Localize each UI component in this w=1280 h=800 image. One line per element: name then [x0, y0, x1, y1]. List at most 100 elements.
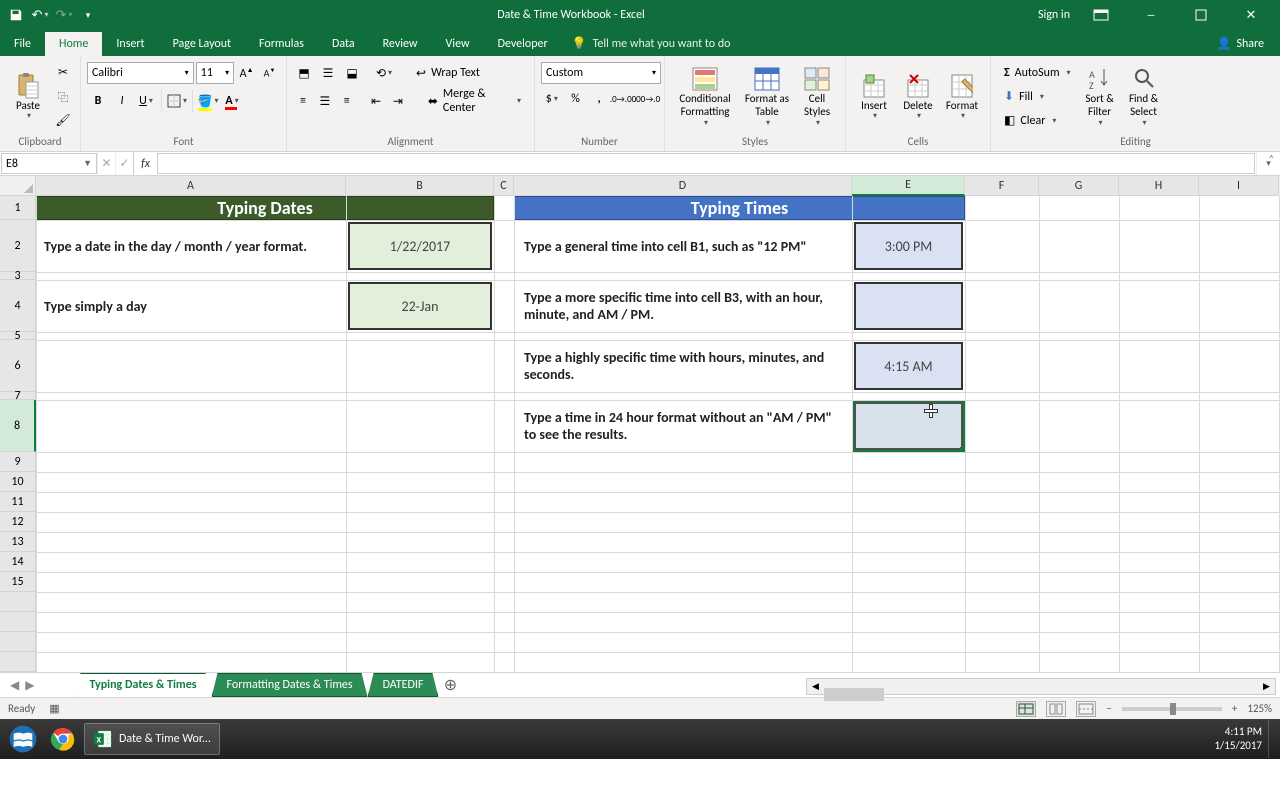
undo-icon[interactable]: ↶▾	[32, 7, 48, 23]
cell-times-header[interactable]: Typing Times	[514, 196, 965, 220]
align-right-button[interactable]: ≡	[337, 90, 357, 112]
sheet-nav-prev-icon[interactable]: ◀	[10, 678, 19, 693]
copy-button[interactable]: ⿻	[52, 86, 74, 108]
orientation-button[interactable]: ⟲▾	[373, 62, 395, 84]
redo-icon[interactable]: ↷▾	[56, 7, 72, 23]
row-header-9[interactable]: 9	[0, 452, 36, 472]
maximize-icon[interactable]	[1182, 5, 1220, 25]
insert-function-button[interactable]: fx	[133, 152, 157, 175]
tab-page-layout[interactable]: Page Layout	[159, 32, 245, 56]
increase-decimal-button[interactable]: .0→.00	[612, 88, 634, 110]
tab-data[interactable]: Data	[318, 32, 369, 56]
system-tray[interactable]: 4:11 PM 1/15/2017	[1214, 725, 1268, 754]
tab-view[interactable]: View	[432, 32, 484, 56]
align-top-button[interactable]: ⬒	[293, 62, 315, 84]
col-header-d[interactable]: D	[514, 176, 852, 196]
increase-font-button[interactable]: A▲	[236, 62, 257, 84]
scroll-thumb[interactable]	[824, 688, 884, 701]
tab-formulas[interactable]: Formulas	[245, 32, 318, 56]
row-header-6[interactable]: 6	[0, 340, 36, 392]
tab-home[interactable]: Home	[45, 32, 102, 56]
cell-e2[interactable]: 3:00 PM	[854, 222, 963, 270]
sheet-nav-next-icon[interactable]: ▶	[25, 678, 34, 693]
formula-input[interactable]	[157, 153, 1255, 174]
zoom-out-button[interactable]: −	[1106, 702, 1111, 715]
delete-cells-button[interactable]: Delete▾	[896, 68, 940, 126]
save-icon[interactable]	[8, 7, 24, 23]
row-header-8[interactable]: 8	[0, 400, 36, 452]
page-break-view-button[interactable]	[1076, 701, 1096, 717]
font-color-button[interactable]: A▾	[221, 90, 243, 112]
row-header-3[interactable]: 3	[0, 272, 36, 280]
cell-styles-button[interactable]: Cell Styles▾	[795, 61, 839, 131]
autosum-button[interactable]: ΣAutoSum▾	[997, 62, 1078, 84]
share-button[interactable]: 👤 Share	[1206, 32, 1274, 55]
col-header-e[interactable]: E	[852, 176, 965, 196]
close-icon[interactable]: ✕	[1232, 5, 1270, 25]
tab-review[interactable]: Review	[369, 32, 432, 56]
merge-center-button[interactable]: ⬌Merge & Center▾	[421, 90, 528, 112]
tab-file[interactable]: File	[0, 32, 45, 56]
row-header-13[interactable]: 13	[0, 532, 36, 552]
show-desktop-button[interactable]	[1268, 720, 1276, 758]
ribbon-display-icon[interactable]	[1082, 5, 1120, 25]
cell-d2[interactable]: Type a general time into cell B1, such a…	[514, 220, 852, 272]
col-header-i[interactable]: I	[1199, 176, 1279, 196]
format-as-table-button[interactable]: Format as Table▾	[739, 61, 795, 131]
scroll-right-icon[interactable]: ▶	[1258, 679, 1275, 694]
underline-button[interactable]: U▾	[135, 90, 157, 112]
enter-formula-button[interactable]: ✓	[115, 152, 133, 175]
font-name-combo[interactable]: Calibri▾	[87, 62, 194, 84]
zoom-slider[interactable]	[1122, 707, 1222, 711]
start-button[interactable]	[4, 720, 42, 758]
col-header-f[interactable]: F	[965, 176, 1039, 196]
col-header-g[interactable]: G	[1039, 176, 1119, 196]
format-cells-button[interactable]: Format▾	[940, 68, 984, 126]
row-header-12[interactable]: 12	[0, 512, 36, 532]
cell-b2[interactable]: 1/22/2017	[348, 222, 492, 270]
align-middle-button[interactable]: ☰	[317, 62, 339, 84]
bold-button[interactable]: B	[87, 90, 109, 112]
wrap-text-button[interactable]: ↩Wrap Text	[409, 62, 487, 84]
font-size-combo[interactable]: 11▾	[196, 62, 234, 84]
fill-button[interactable]: ⬇Fill▾	[997, 86, 1078, 108]
col-header-c[interactable]: C	[494, 176, 514, 196]
conditional-formatting-button[interactable]: Conditional Formatting▾	[671, 61, 739, 131]
row-header-7[interactable]: 7	[0, 392, 36, 400]
cell-e6[interactable]: 4:15 AM	[854, 342, 963, 390]
macro-record-icon[interactable]: ▦	[49, 702, 59, 715]
sheet-tab-1[interactable]: Typing Dates & Times	[74, 673, 211, 697]
tab-insert[interactable]: Insert	[102, 32, 158, 56]
cell-d8[interactable]: Type a time in 24 hour format without an…	[514, 400, 852, 452]
borders-button[interactable]: ▾	[166, 90, 188, 112]
cell-b4[interactable]: 22-Jan	[348, 282, 492, 330]
cell-d6[interactable]: Type a highly specific time with hours, …	[514, 340, 852, 392]
qat-customize-icon[interactable]: ▾	[80, 7, 96, 23]
cell-e4[interactable]	[854, 282, 963, 330]
name-box[interactable]: E8▼	[1, 153, 97, 174]
sheet-tab-3[interactable]: DATEDIF	[368, 673, 439, 697]
fill-color-button[interactable]: 🪣▾	[197, 90, 219, 112]
cell-e8[interactable]	[854, 402, 963, 450]
find-select-button[interactable]: Find & Select▾	[1122, 61, 1166, 131]
col-header-h[interactable]: H	[1119, 176, 1199, 196]
cell-a4[interactable]: Type simply a day	[36, 280, 346, 332]
zoom-level[interactable]: 125%	[1247, 702, 1272, 715]
cells-area[interactable]: Typing Dates Typing Times Type a date in…	[36, 196, 1280, 672]
page-layout-view-button[interactable]	[1046, 701, 1066, 717]
taskbar-chrome[interactable]	[42, 723, 84, 755]
comma-button[interactable]: ,	[588, 88, 610, 110]
cut-button[interactable]: ✂	[52, 62, 74, 84]
italic-button[interactable]: I	[111, 90, 133, 112]
number-format-combo[interactable]: Custom▾	[541, 62, 661, 84]
align-left-button[interactable]: ≡	[293, 90, 313, 112]
row-header-2[interactable]: 2	[0, 220, 36, 272]
decrease-indent-button[interactable]: ⇤	[366, 90, 386, 112]
align-bottom-button[interactable]: ⬓	[341, 62, 363, 84]
format-painter-button[interactable]: 🖌	[52, 110, 74, 132]
cancel-formula-button[interactable]: ✕	[97, 152, 115, 175]
clear-button[interactable]: ◧Clear▾	[997, 110, 1078, 132]
tell-me-search[interactable]: 💡 Tell me what you want to do	[562, 31, 741, 56]
insert-cells-button[interactable]: Insert▾	[852, 68, 896, 126]
row-header-1[interactable]: 1	[0, 196, 36, 220]
